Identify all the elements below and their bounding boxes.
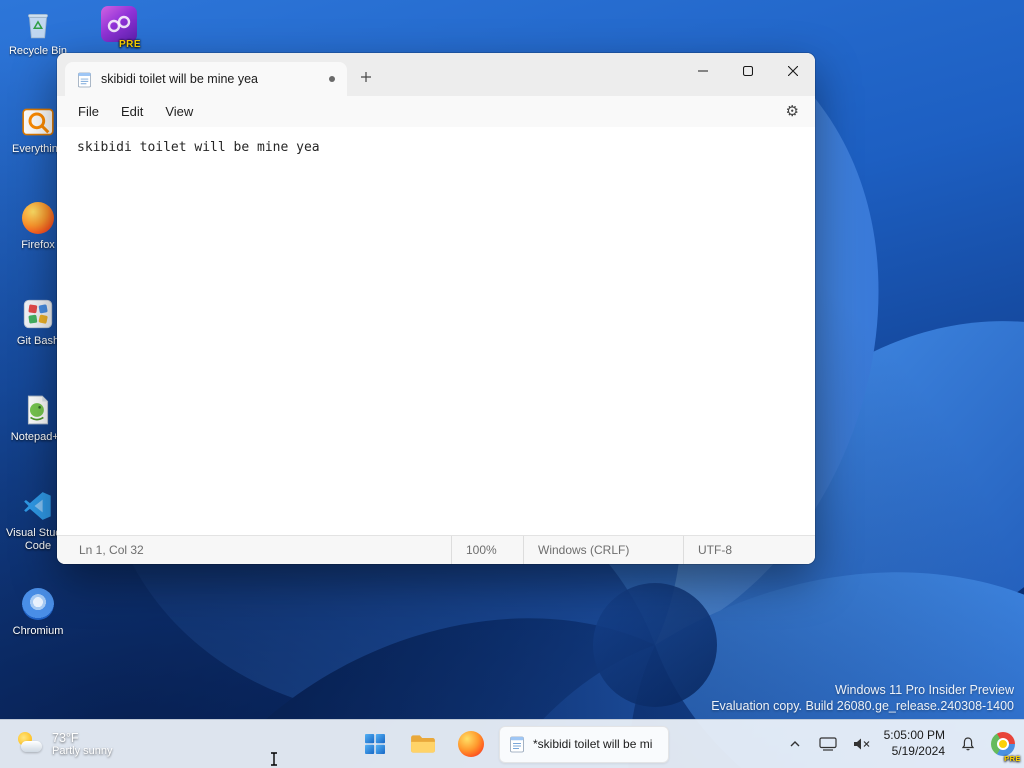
close-icon xyxy=(787,66,798,76)
maximize-icon xyxy=(742,66,753,76)
display-tray-button[interactable] xyxy=(815,726,841,762)
clock-date: 5/19/2024 xyxy=(891,744,945,758)
tab-strip: skibidi toilet will be mine yea xyxy=(57,53,815,96)
window-controls xyxy=(680,53,815,89)
desktop-icon-chromium[interactable]: Chromium xyxy=(3,586,73,638)
watermark-line2: Evaluation copy. Build 26080.ge_release.… xyxy=(711,698,1014,713)
start-button[interactable] xyxy=(355,724,395,764)
weather-widget[interactable]: 73°F Partly sunny xyxy=(10,720,119,768)
pre-badge: PRE xyxy=(118,39,141,50)
new-tab-button[interactable] xyxy=(351,62,381,92)
firefox-icon xyxy=(458,731,484,757)
weather-temperature: 73°F xyxy=(52,731,79,745)
vs-preview-icon: PRE xyxy=(101,6,140,50)
desktop-icon-label: Git Bash xyxy=(16,335,60,347)
bell-icon xyxy=(961,737,975,751)
desktop: Recycle Bin PRE Everything Firefox Git B… xyxy=(0,0,1024,768)
minimize-icon xyxy=(697,70,708,72)
notepad-file-icon xyxy=(509,735,525,753)
ibeam-cursor-icon xyxy=(271,752,277,766)
notepad-window: skibidi toilet will be mine yea File Edi… xyxy=(57,53,815,564)
desktop-icon-label: Chromium xyxy=(12,625,64,637)
vscode-icon xyxy=(20,488,56,524)
hidden-icons-button[interactable] xyxy=(782,726,808,762)
notepad-file-icon xyxy=(77,71,92,88)
firefox-taskbar-button[interactable] xyxy=(451,724,491,764)
git-bash-icon xyxy=(20,296,56,332)
notepad-taskbar-button[interactable]: *skibidi toilet will be mi xyxy=(499,725,669,763)
plus-icon xyxy=(361,72,371,82)
desktop-icon-recycle-bin[interactable]: Recycle Bin xyxy=(3,6,73,58)
chromium-icon xyxy=(20,586,56,622)
browser-preview-tray-button[interactable]: PRE xyxy=(988,726,1021,763)
encoding-status[interactable]: UTF-8 xyxy=(683,536,815,564)
clock-time: 5:05:00 PM xyxy=(883,728,945,743)
eval-watermark: Windows 11 Pro Insider Preview Evaluatio… xyxy=(711,682,1014,715)
menu-bar: File Edit View ⚙ xyxy=(57,96,815,127)
desktop-icon-label: Firefox xyxy=(21,239,55,251)
close-button[interactable] xyxy=(770,53,815,89)
running-app-title: *skibidi toilet will be mi xyxy=(533,737,653,751)
windows-logo-icon xyxy=(365,734,385,754)
text-editor-area[interactable]: skibidi toilet will be mine yea xyxy=(57,127,815,535)
cursor-position-status: Ln 1, Col 32 xyxy=(79,543,144,557)
tab-skibidi[interactable]: skibidi toilet will be mine yea xyxy=(65,62,347,96)
unsaved-dot-icon xyxy=(329,76,335,82)
firefox-icon xyxy=(20,200,56,236)
speaker-mute-icon xyxy=(853,738,870,750)
system-tray: 5:05:00 PM 5/19/2024 PRE xyxy=(782,720,1021,768)
weather-condition: Partly sunny xyxy=(52,745,113,757)
zoom-level-status[interactable]: 100% xyxy=(451,536,523,564)
tab-title: skibidi toilet will be mine yea xyxy=(101,72,259,86)
line-ending-status[interactable]: Windows (CRLF) xyxy=(523,536,683,564)
recycle-bin-icon xyxy=(20,6,56,42)
clock-widget[interactable]: 5:05:00 PM 5/19/2024 xyxy=(884,728,945,759)
mouse-cursor xyxy=(270,752,278,768)
menu-file[interactable]: File xyxy=(67,100,110,123)
watermark-line1: Windows 11 Pro Insider Preview xyxy=(834,682,1014,697)
display-icon xyxy=(819,737,837,751)
maximize-button[interactable] xyxy=(725,53,770,89)
menu-view[interactable]: View xyxy=(154,100,204,123)
chevron-up-icon xyxy=(790,741,800,747)
folder-icon xyxy=(411,735,435,753)
status-bar: Ln 1, Col 32 100% Windows (CRLF) UTF-8 xyxy=(57,535,815,564)
notification-button[interactable] xyxy=(955,726,981,762)
minimize-button[interactable] xyxy=(680,53,725,89)
titlebar-drag-region[interactable] xyxy=(381,53,680,96)
desktop-icon-vs-preview[interactable]: PRE xyxy=(95,6,143,50)
volume-tray-button[interactable] xyxy=(848,726,874,762)
notepad-plus-plus-icon xyxy=(20,392,56,428)
file-explorer-button[interactable] xyxy=(403,724,443,764)
pre-badge: PRE xyxy=(1004,754,1021,763)
partly-sunny-icon xyxy=(16,731,44,757)
everything-search-icon xyxy=(20,104,56,140)
menu-edit[interactable]: Edit xyxy=(110,100,154,123)
taskbar-center: *skibidi toilet will be mi xyxy=(355,720,669,768)
settings-gear-icon[interactable]: ⚙ xyxy=(786,104,799,119)
taskbar: 73°F Partly sunny *skibidi toilet will b… xyxy=(0,719,1024,768)
chromium-preview-icon xyxy=(991,732,1015,756)
